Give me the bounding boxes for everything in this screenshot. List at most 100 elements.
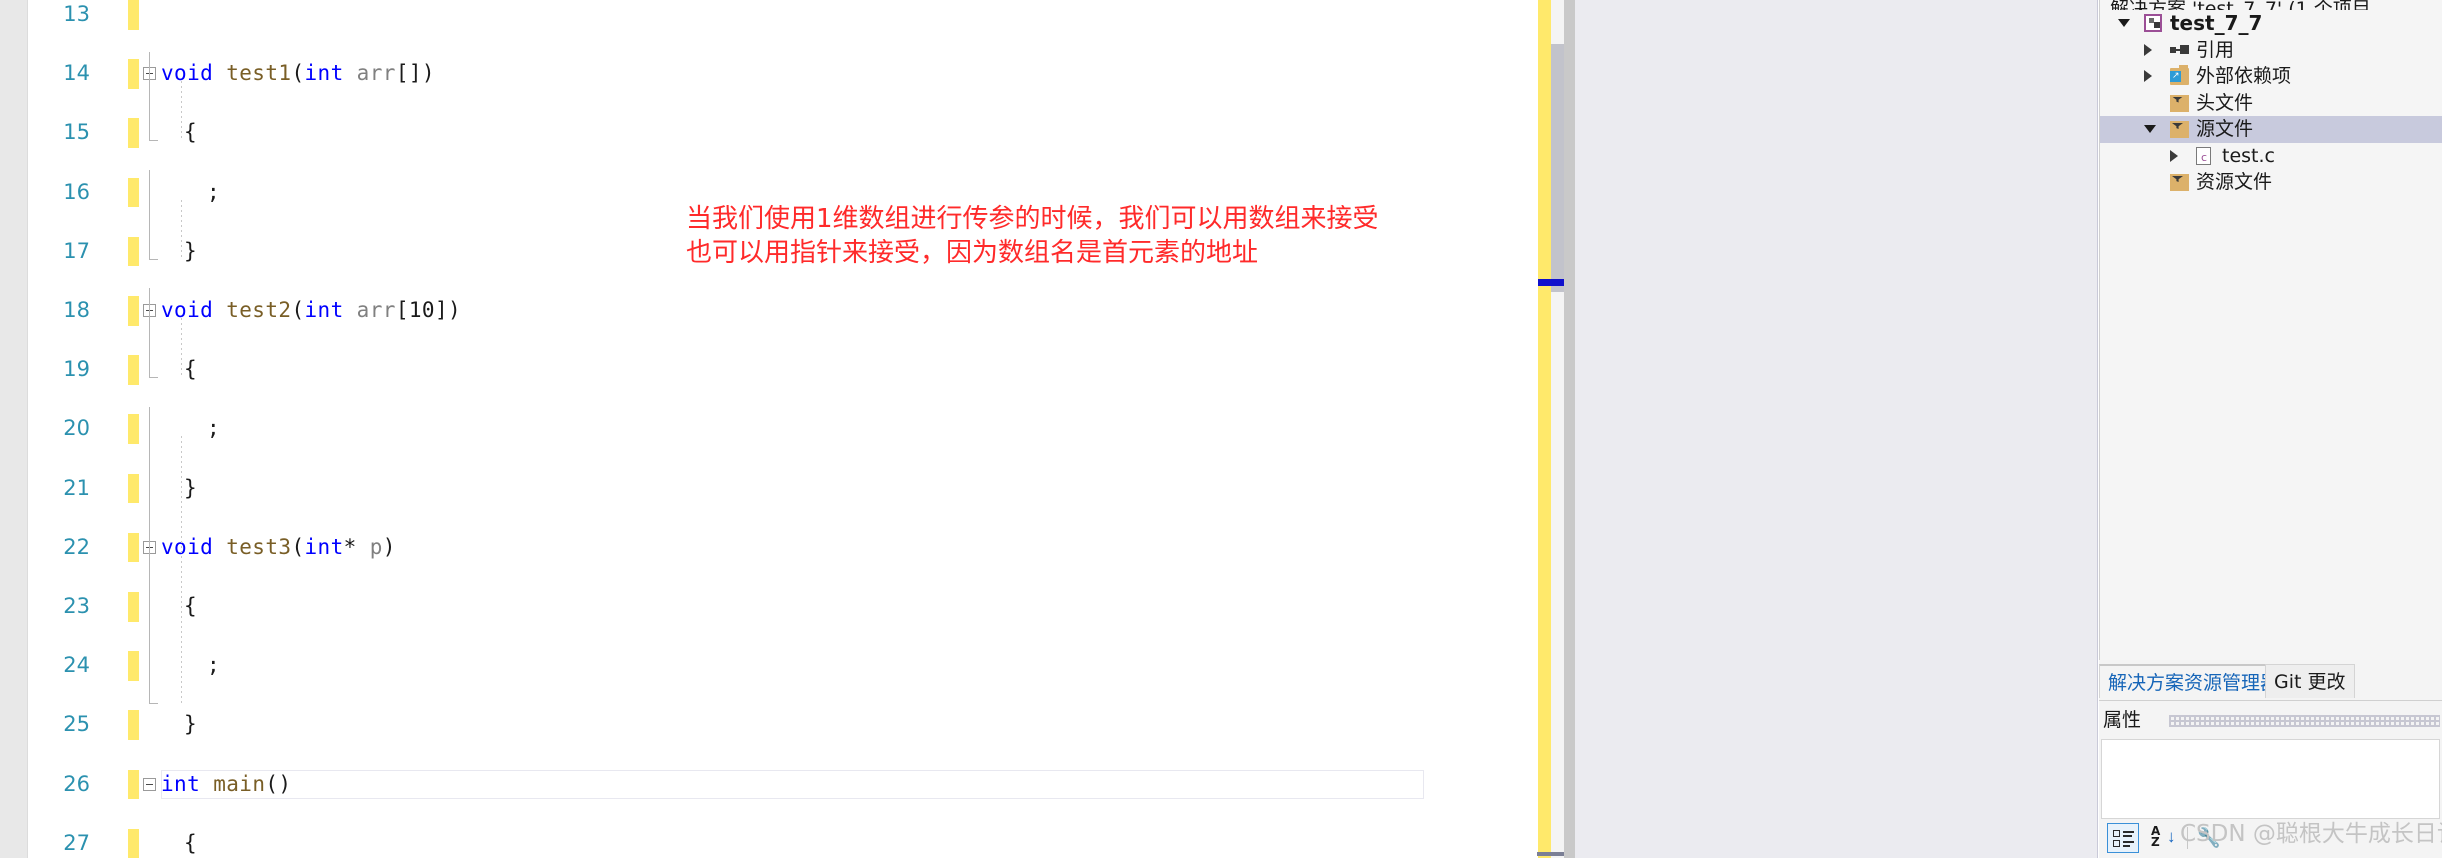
chevron-down-icon[interactable] xyxy=(2144,125,2156,133)
filter-folder-icon xyxy=(2170,94,2189,112)
line-change-bar xyxy=(128,177,139,208)
code-token: { xyxy=(184,120,198,145)
empty-dock-area xyxy=(1575,0,2098,858)
line-number: 20 xyxy=(63,416,90,441)
code-line[interactable]: 14 void test1(int arr[]) xyxy=(28,59,1538,89)
chevron-right-icon[interactable] xyxy=(2170,149,2178,162)
solution-tree-item-1[interactable]: 引用 xyxy=(2100,37,2442,64)
code-token: ; xyxy=(207,653,221,678)
code-line[interactable]: 26 int main() xyxy=(28,769,1538,800)
solution-tree-item-5[interactable]: c test.c xyxy=(2100,143,2442,170)
code-token: } xyxy=(184,712,198,737)
line-number: 25 xyxy=(63,712,90,737)
line-number: 15 xyxy=(63,120,90,145)
line-number: 24 xyxy=(63,653,90,678)
alphabetical-icon: A Z xyxy=(2151,825,2160,849)
solution-tree-item-4[interactable]: 源文件 xyxy=(2100,116,2442,143)
properties-grid[interactable] xyxy=(2101,739,2440,819)
fold-collapse-icon[interactable] xyxy=(143,777,156,791)
code-token: ( xyxy=(291,534,305,559)
code-token: int xyxy=(304,61,357,86)
indent-guide xyxy=(181,199,182,259)
code-text: } xyxy=(161,237,197,267)
chevron-right-icon[interactable] xyxy=(2144,43,2152,56)
solution-tree-item-label: 引用 xyxy=(2196,38,2235,61)
solution-explorer-panel[interactable]: 解决方案 'test_7_7' (1 个项目 test_7_7 引用 ↗ 外部依赖项头… xyxy=(2099,0,2442,660)
code-line[interactable]: 27 { xyxy=(28,828,1538,858)
code-text: { xyxy=(161,118,197,148)
dock-tab-strip[interactable]: 解决方案资源管理器 Git 更改 xyxy=(2099,660,2442,700)
solution-tree-item-0[interactable]: test_7_7 xyxy=(2100,10,2442,37)
block-structure-guide xyxy=(149,170,150,259)
line-number: 26 xyxy=(63,771,90,796)
code-token: } xyxy=(184,475,198,500)
chevron-down-icon[interactable] xyxy=(2118,19,2130,27)
line-change-bar xyxy=(128,414,139,444)
tab-git-changes[interactable]: Git 更改 xyxy=(2265,664,2355,698)
block-structure-guide xyxy=(149,288,150,378)
code-token: main xyxy=(213,771,266,796)
code-token: void xyxy=(161,534,227,559)
code-line-list[interactable]: 13 14 void test1(int arr[]) 15{16; 17} 18 void… xyxy=(28,0,1538,858)
categorized-button[interactable] xyxy=(2107,823,2139,853)
code-line[interactable]: 21} xyxy=(28,473,1538,504)
code-line[interactable]: 24; xyxy=(28,651,1538,681)
code-token: ; xyxy=(207,179,221,204)
code-token: int xyxy=(304,534,344,559)
line-change-bar xyxy=(128,59,139,89)
code-text: ; xyxy=(161,651,220,681)
annotation-text-line1: 当我们使用1维数组进行传参的时候，我们可以用数组来接受 xyxy=(686,204,1379,234)
code-line[interactable]: 18 void test2(int arr[10]) xyxy=(28,295,1538,326)
chevron-right-icon[interactable] xyxy=(2144,70,2152,82)
external-dependencies-icon: ↗ xyxy=(2170,65,2189,85)
line-change-bar xyxy=(128,295,139,326)
line-number: 13 xyxy=(63,2,90,26)
code-text: } xyxy=(161,710,197,740)
line-change-bar xyxy=(128,0,139,30)
solution-header-clipped: 解决方案 'test_7_7' (1 个项目 xyxy=(2110,0,2442,10)
solution-tree-item-3[interactable]: 头文件 xyxy=(2100,90,2442,117)
code-text: void test2(int arr[10]) xyxy=(161,296,461,326)
code-line[interactable]: 22 void test3(int* p) xyxy=(28,532,1538,563)
code-text: void test1(int arr[]) xyxy=(161,59,435,89)
alpha-letter-z: Z xyxy=(2151,835,2160,849)
solution-tree[interactable]: test_7_7 引用 ↗ 外部依赖项头文件 源文件 c test.c 资源文件 xyxy=(2100,10,2442,196)
code-line[interactable]: 13 xyxy=(28,0,1538,30)
solution-tree-item-label: 外部依赖项 xyxy=(2196,65,2292,87)
block-structure-guide xyxy=(149,51,150,141)
horizontal-scrollbar-thumb[interactable] xyxy=(1537,852,1567,856)
code-text: void test3(int* p) xyxy=(161,533,396,563)
code-text: ; xyxy=(161,414,220,444)
line-change-bar xyxy=(128,710,139,740)
horizontal-scrollbar-area[interactable] xyxy=(1448,816,1538,858)
line-number: 16 xyxy=(63,179,90,204)
solution-tree-item-2[interactable]: ↗ 外部依赖项 xyxy=(2100,63,2442,90)
code-line[interactable]: 15 { xyxy=(28,118,1538,148)
code-line[interactable]: 20; xyxy=(28,414,1538,444)
solution-tree-item-label: test.c xyxy=(2222,144,2275,167)
alphabetical-button[interactable]: A Z ↓ xyxy=(2147,823,2179,853)
code-token: int xyxy=(161,771,214,796)
dock-splitter[interactable] xyxy=(1564,0,1575,858)
annotation-text-line2: 也可以用指针来接受，因为数组名是首元素的地址 xyxy=(686,238,1259,268)
code-line[interactable]: 25} xyxy=(28,710,1538,740)
code-token: ( xyxy=(291,297,305,322)
code-token: void xyxy=(161,297,227,322)
solution-tree-item-6[interactable]: 资源文件 xyxy=(2100,169,2442,196)
tab-solution-explorer[interactable]: 解决方案资源管理器 xyxy=(2099,664,2289,698)
block-structure-guide-end xyxy=(149,258,158,260)
line-change-bar xyxy=(128,651,139,681)
block-structure-guide-end xyxy=(149,377,158,379)
code-line[interactable]: 19 { xyxy=(28,355,1538,385)
references-icon xyxy=(2170,42,2189,59)
code-token: { xyxy=(184,357,198,382)
right-tool-dock: 解决方案 'test_7_7' (1 个项目 test_7_7 引用 ↗ 外部依赖项头… xyxy=(2099,0,2442,858)
code-text: { xyxy=(161,355,197,385)
code-line[interactable]: 23 { xyxy=(28,591,1538,622)
code-token: test1 xyxy=(226,61,292,86)
line-change-bar xyxy=(128,591,139,622)
code-text: { xyxy=(161,592,197,622)
code-editor[interactable]: 13 14 void test1(int arr[]) 15{16; 17} 18 void… xyxy=(28,0,1538,858)
line-change-bar xyxy=(128,118,139,148)
filter-folder-icon xyxy=(2170,121,2189,138)
